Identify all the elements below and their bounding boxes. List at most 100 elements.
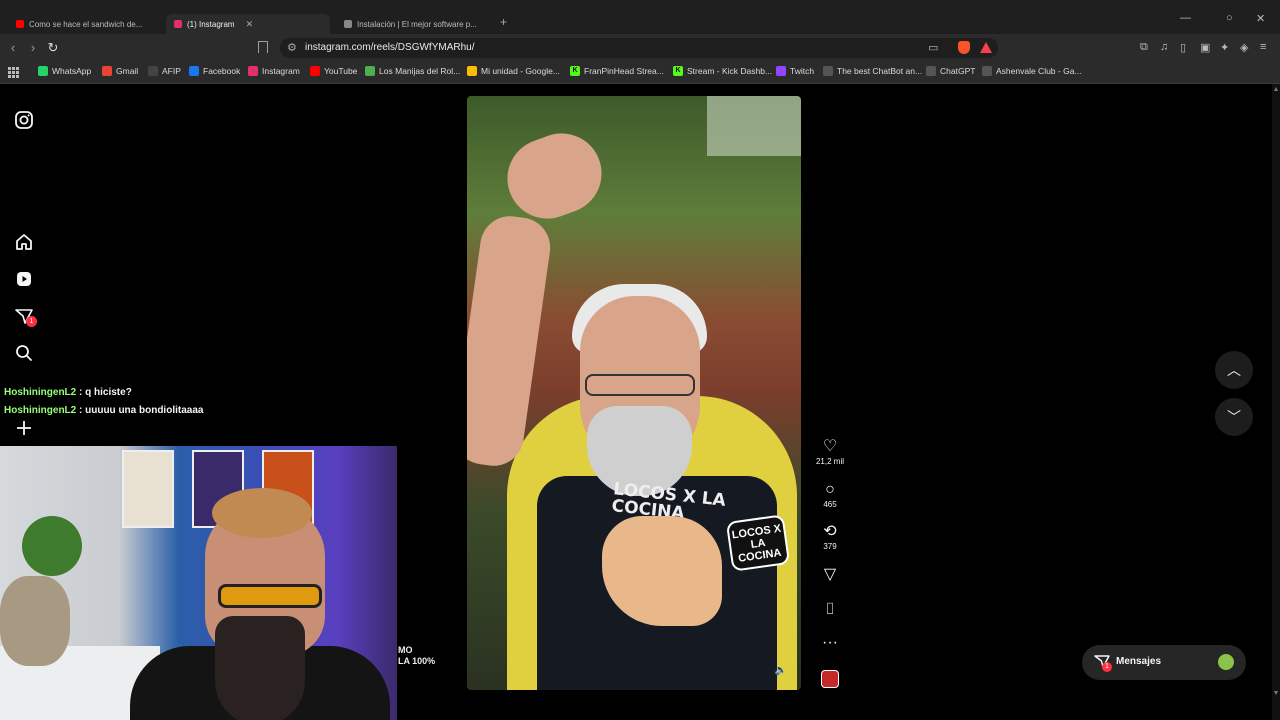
repost-icon: ⟲	[823, 523, 837, 540]
bookmark-drive[interactable]: Mi unidad - Google...	[467, 66, 560, 76]
chat-text: : q hiciste?	[79, 387, 132, 398]
media-icon[interactable]: ♫	[1160, 41, 1168, 53]
bookmark-twitch[interactable]: Twitch	[776, 66, 814, 76]
kick-icon: K	[673, 66, 683, 76]
bookmark-chatbot[interactable]: The best ChatBot an...	[823, 66, 922, 76]
wallet-icon[interactable]: ▣	[1200, 41, 1210, 54]
bookmark-icon: ⌷	[825, 601, 835, 618]
poster-it	[122, 450, 174, 528]
extensions-icon[interactable]: ⧉	[1140, 41, 1148, 54]
previous-reel-button[interactable]: ︿	[1215, 351, 1253, 389]
next-reel-button[interactable]: ﹀	[1215, 398, 1253, 436]
forward-icon[interactable]: ›	[25, 40, 41, 55]
minimize-icon[interactable]: —	[1180, 12, 1191, 24]
address-url: instagram.com/reels/DSGWfYMARhu/	[305, 42, 475, 53]
menu-icon[interactable]: ≡	[1260, 41, 1266, 53]
bookmark-label: Stream - Kick Dashb...	[687, 66, 773, 76]
bookmark-ashenvale[interactable]: Ashenvale Club - Ga...	[982, 66, 1082, 76]
ashenvale-icon	[982, 66, 992, 76]
address-bar[interactable]: ⚙ instagram.com/reels/DSGWfYMARhu/	[280, 38, 998, 58]
brave-rewards-icon[interactable]	[980, 42, 992, 53]
volume-icon[interactable]: 🔈	[775, 665, 787, 676]
instagram-icon	[174, 20, 182, 28]
reel-video[interactable]: LOCOS X LA COCINA LOCOS X LA COCINA 🔈	[467, 96, 801, 690]
sidebar-icon[interactable]: ▯	[1180, 41, 1186, 54]
scroll-down-arrow[interactable]: ▼	[1272, 690, 1280, 697]
repost-button[interactable]: ⟲ 379	[815, 523, 845, 551]
reels-icon[interactable]	[14, 269, 34, 289]
messages-label: Mensajes	[1116, 656, 1162, 667]
home-icon[interactable]	[14, 232, 34, 252]
create-icon[interactable]	[14, 418, 34, 438]
browser-tab[interactable]: Como se hace el sandwich de...	[8, 14, 160, 34]
comment-count: 465	[823, 500, 837, 509]
bookmark-manijas[interactable]: Los Manijas del Rol...	[365, 66, 460, 76]
overlay-text: LA 100%	[398, 656, 436, 666]
chat-username: HoshiningenL2	[4, 387, 77, 398]
browser-tab[interactable]: Instalación | El mejor software p...	[336, 14, 488, 34]
bookmark-instagram[interactable]: Instagram	[248, 66, 300, 76]
like-button[interactable]: ♡ 21,2 mil	[815, 438, 845, 466]
chevron-up-icon: ︿	[1227, 362, 1241, 378]
bookmark-whatsapp[interactable]: WhatsApp	[38, 66, 91, 76]
tab-title: Como se hace el sandwich de...	[29, 19, 143, 29]
comment-button[interactable]: ○ 465	[815, 481, 845, 509]
scroll-up-arrow[interactable]: ▲	[1272, 86, 1280, 93]
bookmark-label: Ashenvale Club - Ga...	[996, 66, 1082, 76]
bookmark-gmail[interactable]: Gmail	[102, 66, 138, 76]
plant	[22, 516, 82, 576]
bookmark-page-icon[interactable]	[258, 41, 268, 53]
maximize-icon[interactable]: ○	[1226, 12, 1233, 24]
notification-badge: 1	[26, 316, 37, 327]
site-info-icon[interactable]: ⚙	[287, 41, 297, 54]
browser-toolbar: ‹ › ↻ ⚙ instagram.com/reels/DSGWfYMARhu/…	[0, 34, 1280, 62]
streamer-hair	[212, 488, 312, 538]
repost-count: 379	[823, 542, 837, 551]
drive-icon	[467, 66, 477, 76]
video-hand	[496, 122, 613, 230]
new-tab-button[interactable]: +	[500, 15, 507, 29]
youtube-icon	[16, 20, 24, 28]
search-icon[interactable]	[14, 343, 34, 363]
chatbot-icon	[823, 66, 833, 76]
video-glasses	[585, 374, 695, 396]
chat-message: HoshiningenL2 : uuuuu una bondiolitaaaa	[0, 402, 280, 420]
messages-badge: 1	[1102, 662, 1112, 672]
bookmark-label: Instagram	[262, 66, 300, 76]
page-scrollbar[interactable]	[1272, 84, 1280, 720]
vpn-icon[interactable]: ◈	[1240, 41, 1248, 54]
bookmark-label: Facebook	[203, 66, 241, 76]
chat-message: HoshiningenL2 : q hiciste?	[0, 384, 280, 402]
browser-tab-active[interactable]: (1) Instagram ✕	[166, 14, 330, 34]
reload-icon[interactable]: ↻	[45, 40, 61, 56]
apps-grid-icon[interactable]	[8, 67, 19, 78]
streamer-sunglasses	[218, 584, 322, 608]
cast-icon[interactable]: ▭	[928, 41, 938, 54]
tab-title: (1) Instagram	[187, 19, 235, 29]
audio-avatar[interactable]	[821, 670, 839, 688]
window-close-icon[interactable]: ✕	[1256, 12, 1265, 25]
share-button[interactable]: ▽	[815, 566, 845, 584]
video-sandwich	[602, 516, 722, 626]
back-icon[interactable]: ‹	[5, 40, 21, 55]
bookmark-chatgpt[interactable]: ChatGPT	[926, 66, 975, 76]
more-options-button[interactable]: ···	[815, 634, 845, 652]
streamer-beard	[215, 616, 305, 720]
leo-ai-icon[interactable]: ✦	[1220, 41, 1229, 54]
save-button[interactable]: ⌷	[815, 601, 845, 619]
bookmark-youtube[interactable]: YouTube	[310, 66, 357, 76]
bookmark-afip[interactable]: AFIP	[148, 66, 181, 76]
bookmark-franpinhead[interactable]: K FranPinHead Strea...	[570, 66, 664, 76]
heart-icon: ♡	[822, 438, 838, 455]
messages-button[interactable]: 1 Mensajes	[1082, 645, 1246, 680]
bookmark-facebook[interactable]: Facebook	[189, 66, 240, 76]
brave-shields-icon[interactable]	[958, 41, 970, 54]
overlay-text: MO	[398, 645, 413, 655]
instagram-logo-icon[interactable]	[14, 110, 34, 130]
share-icon: ▽	[823, 566, 837, 583]
close-tab-icon[interactable]: ✕	[246, 19, 254, 30]
bookmark-label: YouTube	[324, 66, 358, 76]
bookmark-label: Mi unidad - Google...	[481, 66, 560, 76]
video-background	[707, 96, 801, 156]
bookmark-kick-dashboard[interactable]: K Stream - Kick Dashb...	[673, 66, 772, 76]
